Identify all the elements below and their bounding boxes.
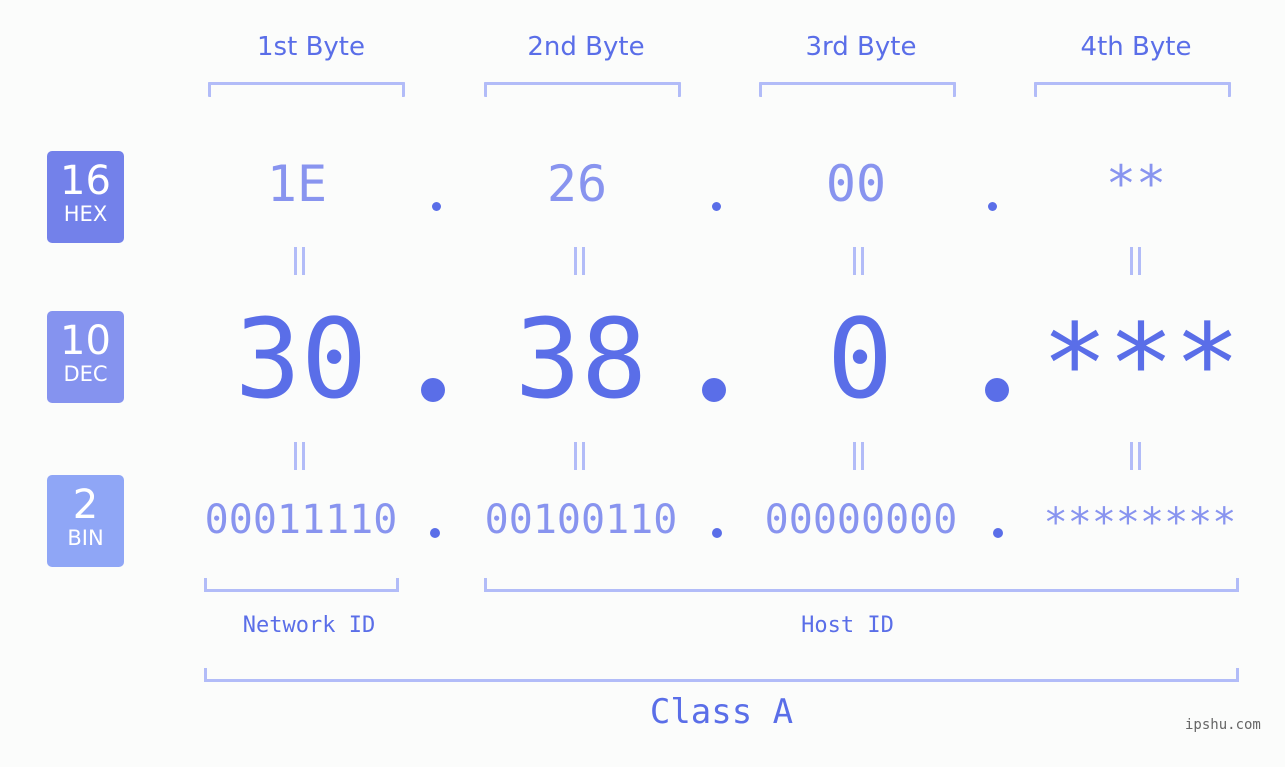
equals-icon (1128, 442, 1142, 470)
hex-dot-3 (988, 202, 997, 211)
equals-icon (292, 442, 306, 470)
hex-byte-3: 00 (825, 155, 887, 213)
dec-dot-3 (985, 378, 1009, 402)
byte-label-4: 4th Byte (1080, 32, 1192, 62)
equals-icon (851, 247, 865, 275)
byte-label-1: 1st Byte (257, 32, 365, 62)
dec-dot-1 (421, 378, 445, 402)
network-id-label: Network ID (242, 613, 376, 638)
equals-icon (572, 247, 586, 275)
bin-dot-3 (993, 528, 1003, 538)
bin-byte-4: ******** (1043, 500, 1237, 546)
bin-byte-1: 00011110 (204, 497, 398, 543)
class-bracket (204, 668, 1239, 682)
bin-badge: 2 BIN (47, 475, 124, 567)
bin-dot-1 (430, 528, 440, 538)
hex-byte-1: 1E (266, 155, 328, 213)
dec-badge: 10 DEC (47, 311, 124, 403)
byte-bracket-2 (484, 82, 681, 97)
byte-label-2: 2nd Byte (527, 32, 645, 62)
network-id-bracket (204, 578, 399, 592)
byte-label-3: 3rd Byte (805, 32, 917, 62)
bin-dot-2 (712, 528, 722, 538)
bin-byte-2: 00100110 (484, 497, 678, 543)
dec-dot-2 (702, 378, 726, 402)
byte-bracket-4 (1034, 82, 1231, 97)
host-id-label: Host ID (801, 613, 894, 638)
equals-icon (851, 442, 865, 470)
hex-badge: 16 HEX (47, 151, 124, 243)
hex-byte-4: ** (1105, 155, 1167, 213)
bin-byte-3: 00000000 (764, 497, 958, 543)
dec-label: DEC (63, 362, 108, 386)
hex-dot-2 (712, 202, 721, 211)
watermark: ipshu.com (1185, 717, 1261, 733)
equals-icon (1128, 247, 1142, 275)
bin-base: 2 (72, 482, 99, 528)
bin-label: BIN (67, 526, 104, 550)
dec-byte-2: 38 (514, 295, 648, 423)
host-id-bracket (484, 578, 1239, 592)
hex-base: 16 (60, 158, 111, 204)
equals-icon (572, 442, 586, 470)
byte-bracket-1 (208, 82, 405, 97)
dec-byte-3: 0 (826, 295, 894, 423)
hex-dot-1 (432, 202, 441, 211)
class-label: Class A (649, 692, 794, 732)
byte-bracket-3 (759, 82, 956, 97)
dec-byte-1: 30 (234, 295, 368, 423)
hex-byte-2: 26 (546, 155, 608, 213)
hex-label: HEX (63, 202, 108, 226)
dec-base: 10 (60, 318, 111, 364)
equals-icon (292, 247, 306, 275)
dec-byte-4: *** (1041, 300, 1241, 428)
